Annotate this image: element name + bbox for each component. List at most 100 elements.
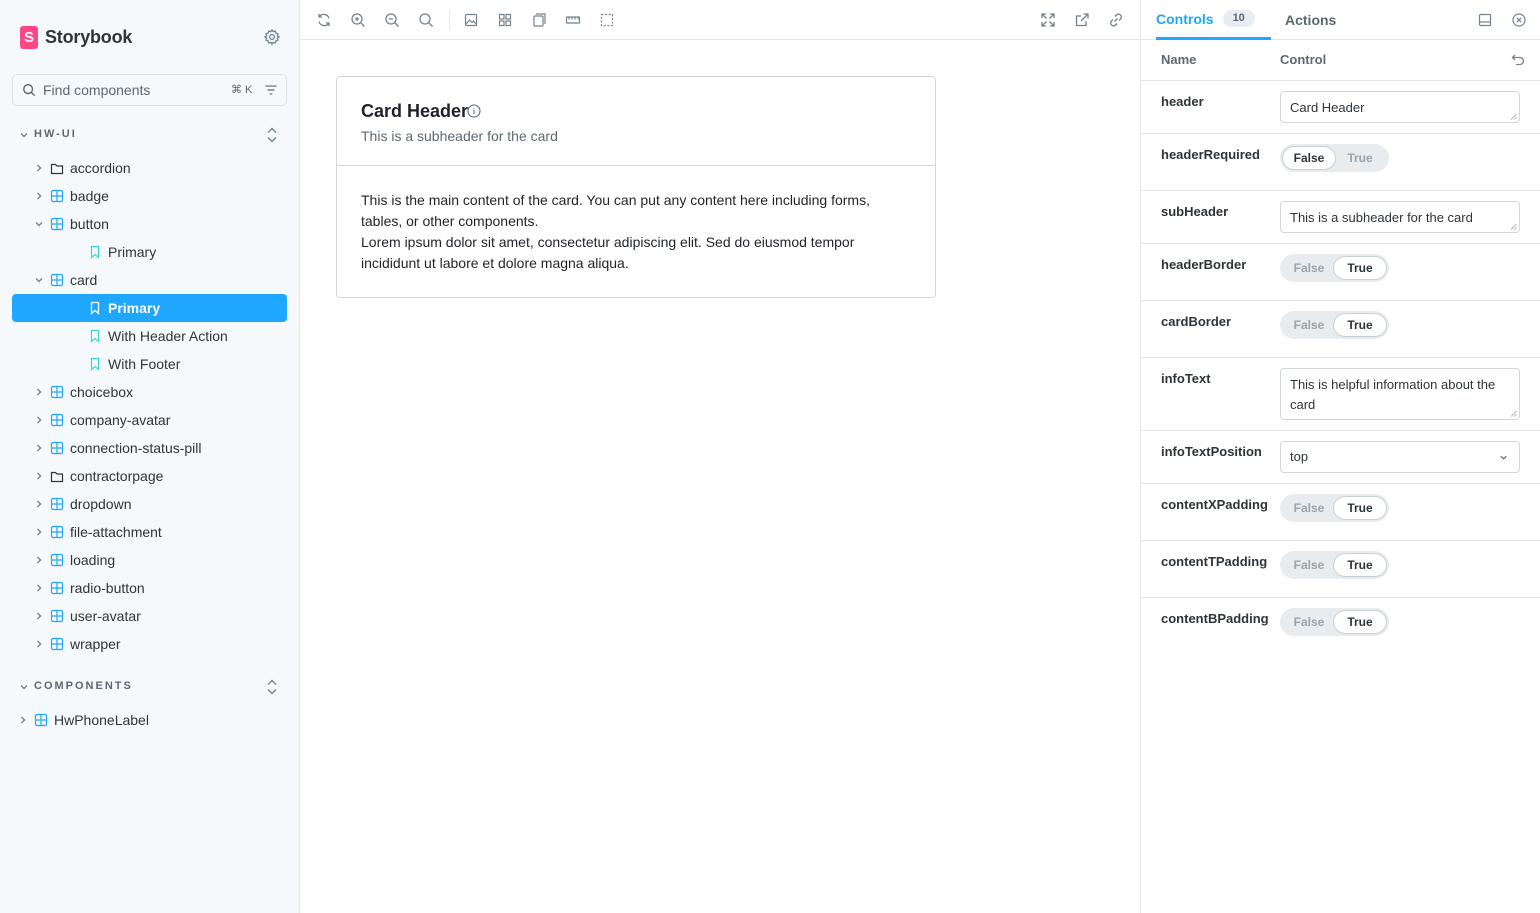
component-item[interactable]: dropdown bbox=[12, 490, 287, 518]
measure-icon[interactable] bbox=[565, 12, 581, 28]
component-icon bbox=[50, 497, 64, 511]
chevron-right-icon[interactable] bbox=[34, 583, 44, 593]
infoTextPosition-select[interactable]: top bbox=[1280, 441, 1520, 473]
tab-actions[interactable]: Actions bbox=[1285, 0, 1336, 40]
controls-count-badge: 10 bbox=[1222, 10, 1255, 27]
component-icon bbox=[50, 385, 64, 399]
chevron-right-icon[interactable] bbox=[34, 555, 44, 565]
bookmark-icon bbox=[90, 245, 100, 259]
component-item[interactable]: button bbox=[12, 210, 287, 238]
component-item[interactable]: choicebox bbox=[12, 378, 287, 406]
component-item[interactable]: file-attachment bbox=[12, 518, 287, 546]
viewport-icon[interactable] bbox=[531, 12, 547, 28]
story-item[interactable]: Primary bbox=[12, 294, 287, 322]
zoom-reset-icon[interactable] bbox=[418, 12, 434, 28]
toggle-true-option[interactable]: True bbox=[1334, 147, 1386, 169]
gear-icon[interactable] bbox=[263, 28, 281, 46]
panel-position-icon[interactable] bbox=[1477, 12, 1493, 28]
chevron-right-icon[interactable] bbox=[18, 715, 28, 725]
reload-icon[interactable] bbox=[316, 12, 332, 28]
toggle-false-option[interactable]: False bbox=[1283, 611, 1335, 633]
component-item[interactable]: loading bbox=[12, 546, 287, 574]
reset-controls-icon[interactable] bbox=[1510, 52, 1526, 68]
toggle-false-option[interactable]: False bbox=[1283, 147, 1335, 169]
card-subheader: This is a subheader for the card bbox=[361, 128, 558, 144]
component-item[interactable]: company-avatar bbox=[12, 406, 287, 434]
info-icon[interactable] bbox=[467, 104, 481, 118]
component-item[interactable]: connection-status-pill bbox=[12, 434, 287, 462]
open-new-tab-icon[interactable] bbox=[1074, 12, 1090, 28]
component-icon bbox=[50, 637, 64, 651]
header-text-input[interactable]: Card Header bbox=[1280, 91, 1520, 123]
subHeader-text-input[interactable]: This is a subheader for the card bbox=[1280, 201, 1520, 233]
fullscreen-icon[interactable] bbox=[1040, 12, 1056, 28]
section-components[interactable]: COMPONENTS bbox=[0, 677, 300, 697]
close-icon[interactable] bbox=[1511, 12, 1527, 28]
story-item[interactable]: With Footer bbox=[12, 350, 287, 378]
component-item[interactable]: radio-button bbox=[12, 574, 287, 602]
toggle-false-option[interactable]: False bbox=[1283, 554, 1335, 576]
control-name: contentTPadding bbox=[1161, 554, 1268, 569]
grid-icon[interactable] bbox=[497, 12, 513, 28]
component-icon bbox=[50, 609, 64, 623]
expand-all-icon[interactable] bbox=[266, 678, 278, 696]
zoom-out-icon[interactable] bbox=[384, 12, 400, 28]
chevron-right-icon[interactable] bbox=[34, 499, 44, 509]
chevron-right-icon[interactable] bbox=[34, 387, 44, 397]
toggle-false-option[interactable]: False bbox=[1283, 257, 1335, 279]
chevron-down-icon[interactable] bbox=[34, 219, 44, 229]
toggle-true-option[interactable]: True bbox=[1334, 554, 1386, 576]
chevron-right-icon[interactable] bbox=[34, 443, 44, 453]
control-row-contentXPadding: contentXPadding False True bbox=[1141, 484, 1540, 541]
headerBorder-toggle[interactable]: False True bbox=[1280, 254, 1389, 282]
chevron-right-icon[interactable] bbox=[34, 471, 44, 481]
chevron-right-icon[interactable] bbox=[34, 527, 44, 537]
resize-handle-icon[interactable] bbox=[1510, 410, 1517, 417]
component-icon bbox=[50, 217, 64, 231]
chevron-right-icon[interactable] bbox=[34, 611, 44, 621]
chevron-right-icon[interactable] bbox=[34, 163, 44, 173]
zoom-in-icon[interactable] bbox=[350, 12, 366, 28]
chevron-right-icon[interactable] bbox=[34, 191, 44, 201]
chevron-down-icon[interactable] bbox=[34, 275, 44, 285]
folder-item[interactable]: accordion bbox=[12, 154, 287, 182]
headerRequired-toggle[interactable]: False True bbox=[1280, 144, 1389, 172]
tree-item-label: badge bbox=[70, 188, 109, 204]
contentXPadding-toggle[interactable]: False True bbox=[1280, 494, 1389, 522]
copy-link-icon[interactable] bbox=[1108, 12, 1124, 28]
cardBorder-toggle[interactable]: False True bbox=[1280, 311, 1389, 339]
component-item[interactable]: HwPhoneLabel bbox=[12, 706, 287, 734]
toggle-true-option[interactable]: True bbox=[1334, 611, 1386, 633]
component-item[interactable]: badge bbox=[12, 182, 287, 210]
chevron-right-icon[interactable] bbox=[34, 415, 44, 425]
resize-handle-icon[interactable] bbox=[1510, 223, 1517, 230]
tab-controls[interactable]: Controls 10 bbox=[1156, 0, 1271, 40]
search-input[interactable] bbox=[43, 82, 213, 98]
section-hw-ui[interactable]: HW-UI bbox=[0, 125, 300, 145]
expand-all-icon[interactable] bbox=[266, 126, 278, 144]
toggle-false-option[interactable]: False bbox=[1283, 314, 1335, 336]
toggle-true-option[interactable]: True bbox=[1334, 257, 1386, 279]
filter-icon[interactable] bbox=[264, 83, 278, 97]
contentTPadding-toggle[interactable]: False True bbox=[1280, 551, 1389, 579]
contentBPadding-toggle[interactable]: False True bbox=[1280, 608, 1389, 636]
control-name: contentBPadding bbox=[1161, 611, 1269, 626]
brand-logo[interactable]: S Storybook bbox=[20, 25, 132, 49]
outline-icon[interactable] bbox=[599, 12, 615, 28]
storybook-logo-icon: S bbox=[20, 25, 38, 49]
background-icon[interactable] bbox=[463, 12, 479, 28]
folder-item[interactable]: contractorpage bbox=[12, 462, 287, 490]
component-item[interactable]: wrapper bbox=[12, 630, 287, 658]
toggle-true-option[interactable]: True bbox=[1334, 314, 1386, 336]
infoText-text-input[interactable]: This is helpful information about the ca… bbox=[1280, 368, 1520, 420]
component-item[interactable]: card bbox=[12, 266, 287, 294]
component-item[interactable]: user-avatar bbox=[12, 602, 287, 630]
toggle-true-option[interactable]: True bbox=[1334, 497, 1386, 519]
chevron-right-icon[interactable] bbox=[34, 639, 44, 649]
story-item[interactable]: Primary bbox=[12, 238, 287, 266]
toggle-false-option[interactable]: False bbox=[1283, 497, 1335, 519]
resize-handle-icon[interactable] bbox=[1510, 113, 1517, 120]
bookmark-icon bbox=[90, 301, 100, 315]
input-value: This is helpful information about the ca… bbox=[1290, 377, 1496, 412]
story-item[interactable]: With Header Action bbox=[12, 322, 287, 350]
